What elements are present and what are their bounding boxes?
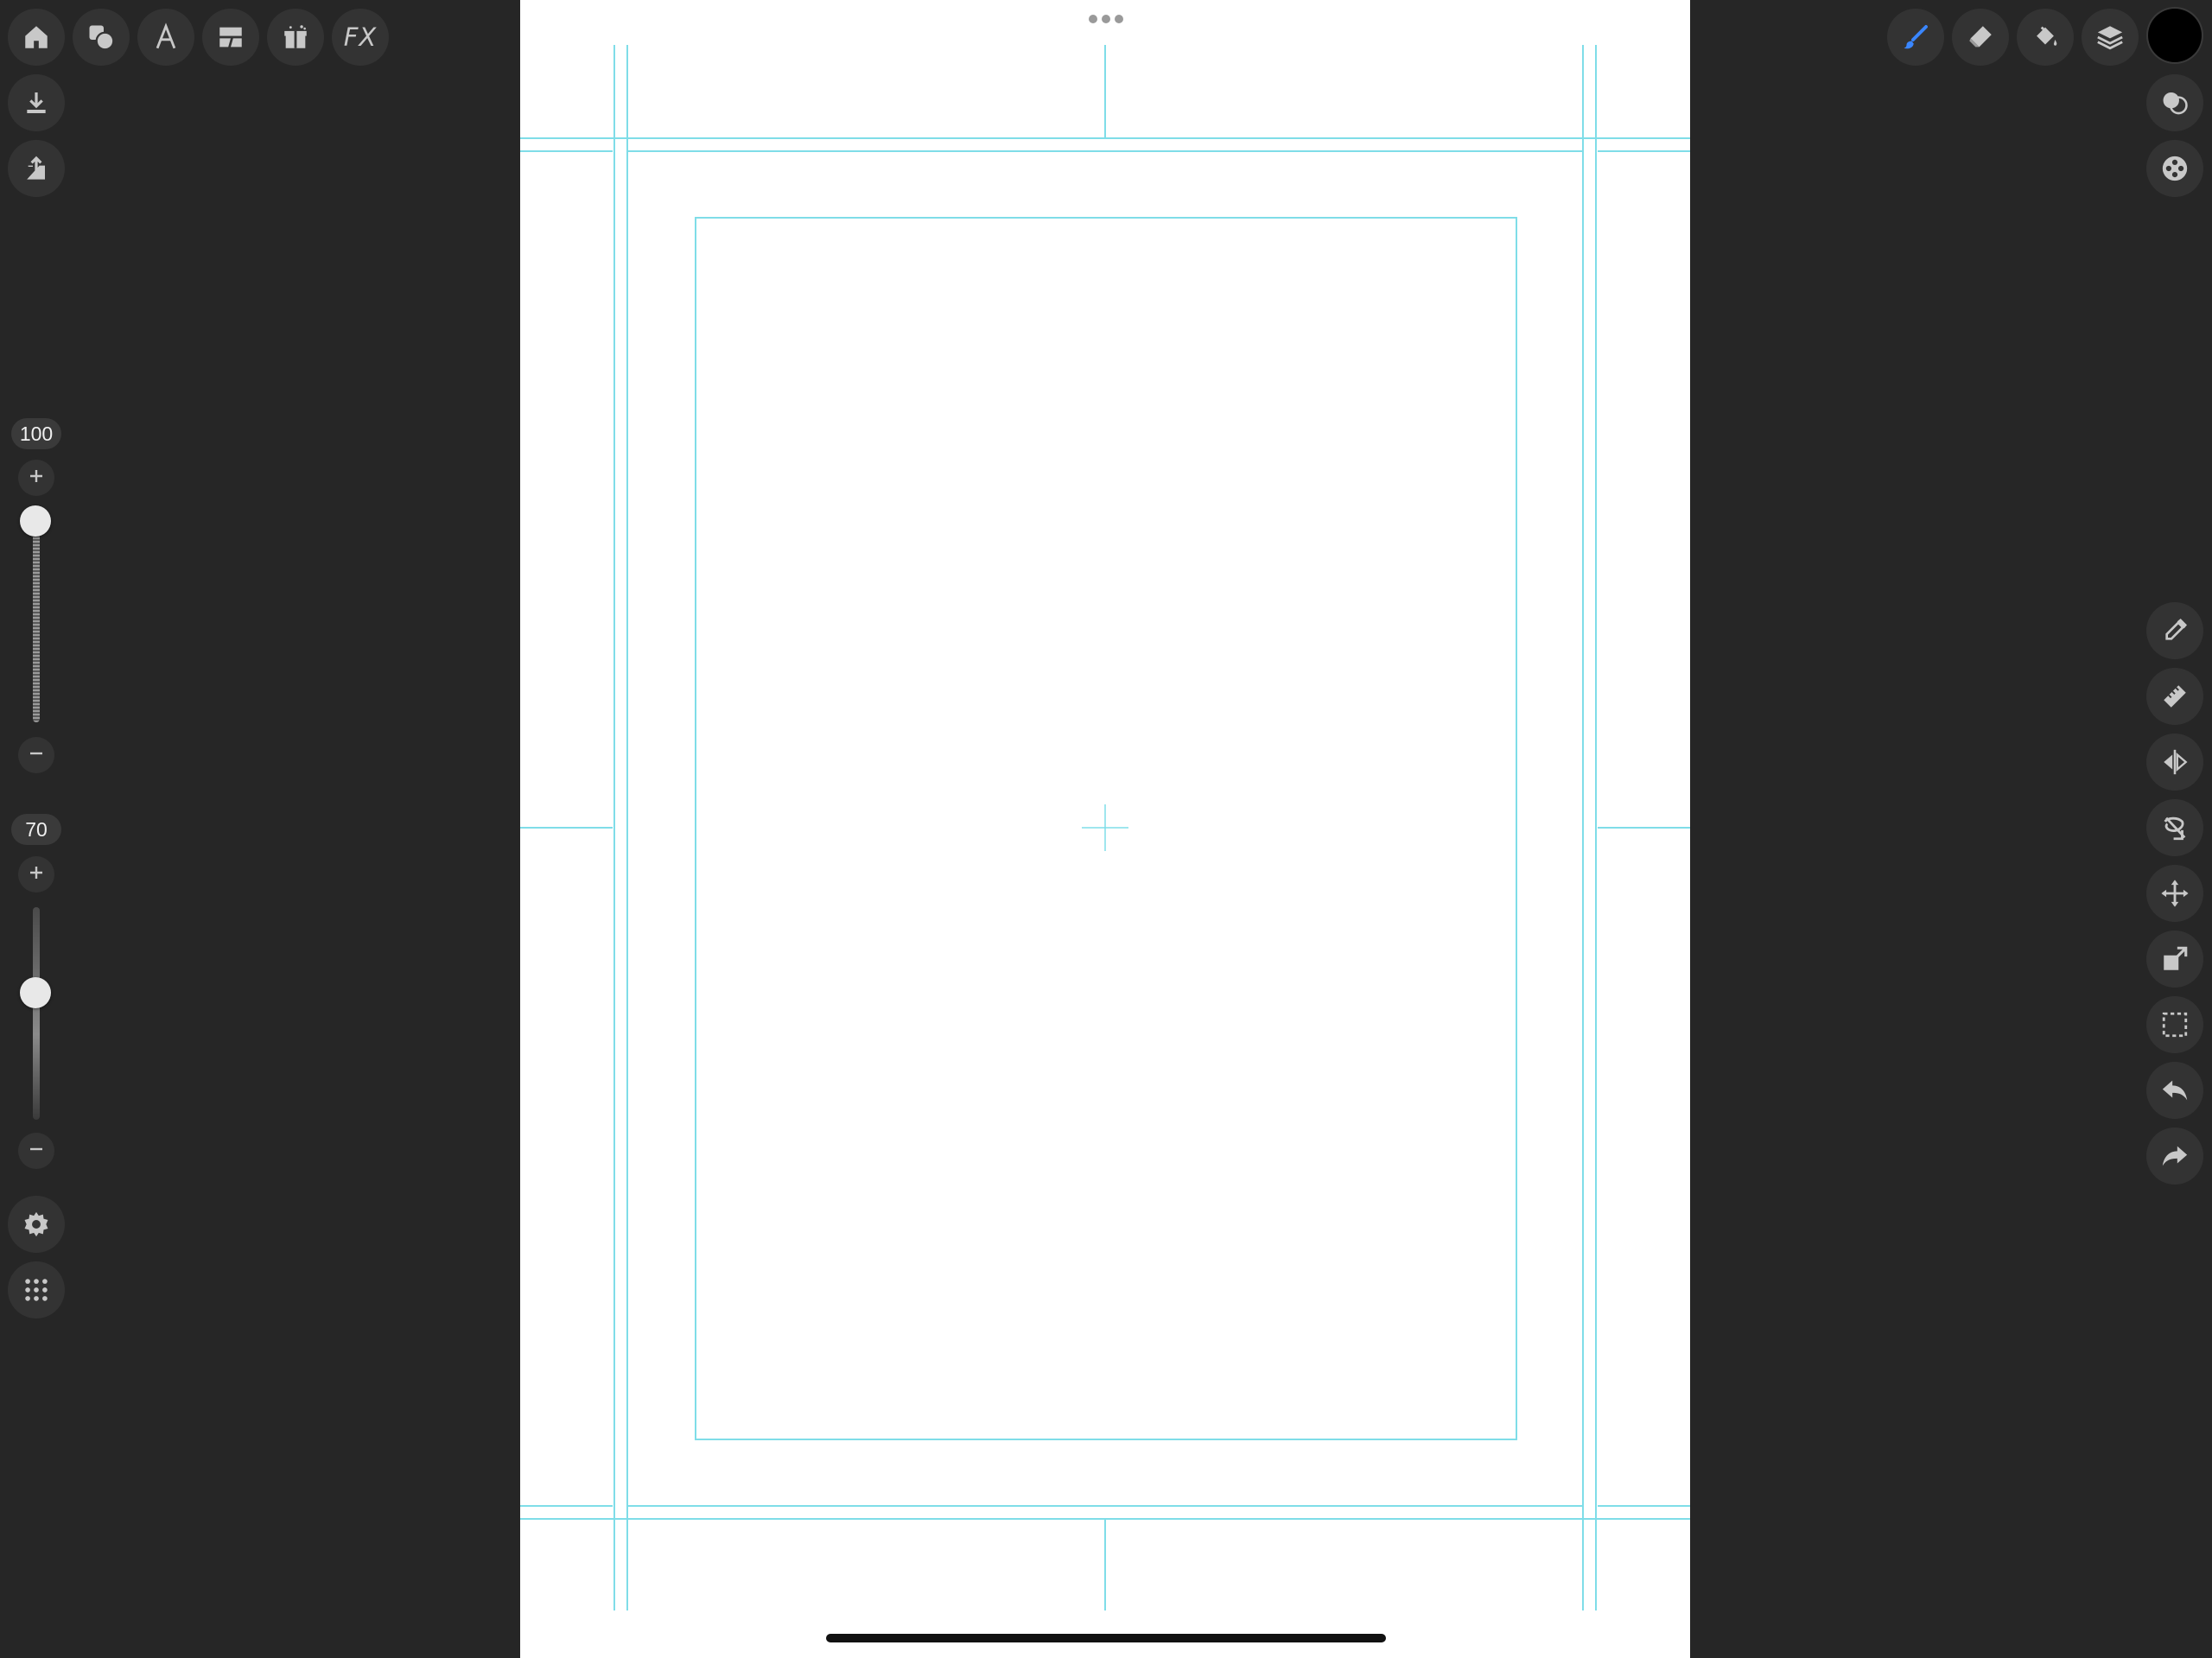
palette-button[interactable] [2146, 140, 2203, 197]
move-icon [2160, 879, 2190, 908]
drawing-canvas[interactable] [520, 0, 1690, 1658]
blend-button[interactable] [2146, 74, 2203, 131]
minus-icon [28, 1140, 45, 1162]
selection-icon [2160, 1010, 2190, 1039]
brush-size-decrease-button[interactable] [18, 737, 54, 773]
transform-button[interactable] [2146, 931, 2203, 988]
home-indicator[interactable] [826, 1634, 1386, 1642]
symmetry-button[interactable] [2146, 734, 2203, 791]
fill-tool-button[interactable] [2017, 9, 2074, 66]
brush-icon [1900, 22, 1931, 53]
ruler-button[interactable] [2146, 668, 2203, 725]
fill-bucket-icon [2031, 22, 2060, 52]
eraser-icon [1966, 22, 1995, 52]
redo-icon [2160, 1141, 2190, 1171]
palette-icon [2160, 154, 2190, 183]
brush-tool-button[interactable] [1887, 9, 1944, 66]
selection-button[interactable] [2146, 996, 2203, 1053]
fx-button[interactable]: FX [332, 9, 389, 66]
dot [1115, 15, 1123, 23]
brush-size-value: 100 [11, 418, 61, 449]
share-icon [22, 155, 50, 182]
lasso-fill-icon [2160, 813, 2190, 842]
brush-opacity-slider[interactable] [33, 907, 40, 1120]
apps-menu-button[interactable] [8, 1261, 65, 1318]
home-icon [22, 22, 51, 52]
home-button[interactable] [8, 9, 65, 66]
more-options-button[interactable] [1070, 10, 1142, 28]
grid-menu-icon [22, 1275, 51, 1305]
fx-icon: FX [343, 22, 378, 52]
gift-icon [281, 22, 310, 52]
text-icon [151, 22, 181, 52]
shapes-button[interactable] [73, 9, 130, 66]
dot [1102, 15, 1110, 23]
brush-size-slider[interactable] [33, 518, 40, 722]
extras-button[interactable] [267, 9, 324, 66]
shapes-icon [86, 22, 117, 53]
blend-icon [2160, 88, 2190, 118]
brush-size-slider-thumb[interactable] [20, 505, 51, 537]
settings-button[interactable] [8, 1196, 65, 1253]
dot [1089, 15, 1097, 23]
undo-button[interactable] [2146, 1062, 2203, 1119]
move-button[interactable] [2146, 865, 2203, 922]
drawing-app: FX 100 70 [0, 0, 2212, 1658]
eyedropper-icon [2161, 617, 2189, 645]
plus-icon [28, 467, 45, 489]
download-icon [22, 89, 50, 117]
eraser-tool-button[interactable] [1952, 9, 2009, 66]
brush-opacity-increase-button[interactable] [18, 856, 54, 893]
symmetry-icon [2160, 747, 2190, 777]
ruler-icon [2160, 682, 2190, 711]
brush-opacity-decrease-button[interactable] [18, 1133, 54, 1169]
undo-icon [2160, 1076, 2190, 1105]
text-tool-button[interactable] [137, 9, 194, 66]
current-color-button[interactable] [2148, 9, 2202, 62]
lasso-fill-button[interactable] [2146, 799, 2203, 856]
panel-layout-icon [216, 22, 245, 52]
brush-opacity-value: 70 [11, 814, 61, 845]
transform-icon [2160, 944, 2190, 974]
brush-size-increase-button[interactable] [18, 460, 54, 496]
layers-icon [2095, 22, 2125, 52]
settings-icon [22, 1210, 51, 1239]
import-button[interactable] [8, 74, 65, 131]
page-guides [520, 45, 1690, 1610]
panel-layout-button[interactable] [202, 9, 259, 66]
export-button[interactable] [8, 140, 65, 197]
redo-button[interactable] [2146, 1128, 2203, 1185]
brush-opacity-slider-thumb[interactable] [20, 977, 51, 1008]
layers-button[interactable] [2082, 9, 2139, 66]
plus-icon [28, 864, 45, 886]
minus-icon [28, 745, 45, 766]
eyedropper-button[interactable] [2146, 602, 2203, 659]
